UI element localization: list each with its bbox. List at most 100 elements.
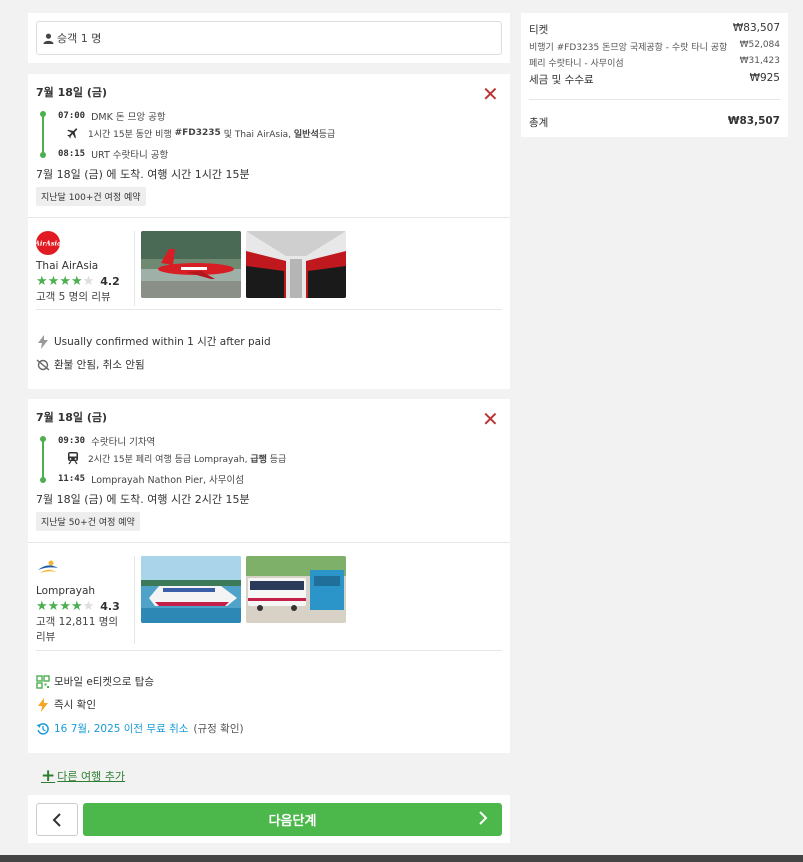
summary-ferry-row: 페리 수랏타니 - 사무이섬 ₩31,423 bbox=[529, 56, 780, 69]
arrival-place: URT 수랏타니 공항 bbox=[91, 150, 169, 161]
add-trip-link[interactable]: + 다른 여행 추가 bbox=[41, 766, 125, 786]
timeline-dot bbox=[40, 152, 46, 158]
star-icon: ★ bbox=[70, 598, 83, 614]
detail-suffix: 등급 bbox=[269, 454, 287, 465]
ferry-line-value: ₩31,423 bbox=[739, 56, 780, 66]
feature-text: 모바일 e티켓으로 탑승 bbox=[54, 676, 155, 688]
booking-badge: 지난달 100+건 여정 예약 bbox=[36, 187, 146, 206]
departure-row: 09:30 수랏타니 기차역 bbox=[58, 434, 155, 448]
rating-stars: ★ ★ ★ ★ ★ 4.3 bbox=[36, 598, 120, 614]
policy-link[interactable]: (규정 확인) bbox=[193, 721, 243, 736]
arrival-place: Lomprayah Nathon Pier, 사무이섬 bbox=[91, 475, 244, 486]
back-button[interactable] bbox=[36, 803, 78, 836]
segment-date: 7월 18일 (금) bbox=[36, 86, 108, 99]
carrier-photo-cabin[interactable] bbox=[246, 231, 346, 298]
feature-text: 즉시 확인 bbox=[54, 699, 96, 711]
close-icon[interactable]: ✕ bbox=[482, 409, 499, 429]
passenger-card: 승객 1 명 bbox=[28, 13, 510, 63]
timeline-line bbox=[42, 439, 44, 481]
divider bbox=[36, 309, 502, 310]
seat-class: 일반석 bbox=[293, 129, 319, 140]
divider-vertical bbox=[134, 556, 135, 644]
carrier-name: Lomprayah bbox=[36, 585, 96, 597]
segment-card-flight: 7월 18일 (금) ✕ 07:00 DMK 돈 므앙 공항 1시간 15분 동… bbox=[28, 74, 510, 389]
carrier-photo-ferry[interactable] bbox=[141, 556, 241, 623]
total-label: 총계 bbox=[529, 117, 549, 129]
detail-suffix: 등급 bbox=[318, 129, 336, 140]
arrival-time: 08:15 bbox=[58, 149, 86, 159]
airasia-logo: AirAsia bbox=[34, 231, 61, 255]
price-summary: 티켓 ₩83,507 비행기 #FD3235 돈므앙 국제공항 - 수랏 타니 … bbox=[521, 13, 788, 137]
trip-detail-row: 1시간 15분 동안 비행 #FD3235 및 Thai AirAsia, 일반… bbox=[66, 126, 335, 140]
free-cancel-text: 16 7월, 2025 이전 무료 취소 bbox=[54, 723, 189, 735]
footer-bar bbox=[0, 855, 803, 862]
carrier-photo-plane[interactable] bbox=[141, 231, 241, 298]
star-icon: ★ bbox=[70, 273, 83, 289]
divider bbox=[28, 542, 510, 543]
plus-icon: + bbox=[41, 766, 56, 786]
segment-date: 7월 18일 (금) bbox=[36, 411, 108, 424]
arrival-row: 08:15 URT 수랏타니 공항 bbox=[58, 147, 168, 161]
total-value: ₩83,507 bbox=[727, 115, 780, 127]
person-icon bbox=[43, 33, 54, 44]
carrier-name: Thai AirAsia bbox=[36, 260, 99, 272]
ticket-label: 티켓 bbox=[529, 24, 549, 36]
arrival-time: 11:45 bbox=[58, 474, 86, 484]
carrier-photo-bus[interactable] bbox=[246, 556, 346, 623]
booking-badge: 지난달 50+건 여정 예약 bbox=[36, 512, 140, 531]
passenger-label: 승객 1 명 bbox=[57, 32, 102, 45]
star-icon: ★ bbox=[36, 598, 48, 614]
ferry-line-label: 페리 수랏타니 - 사무이섬 bbox=[529, 59, 624, 69]
flight-code: #FD3235 bbox=[174, 128, 221, 138]
summary-ticket-row: 티켓 ₩83,507 bbox=[529, 22, 780, 37]
arrival-summary: 7월 18일 (금) 에 도착. 여행 시간 1시간 15분 bbox=[36, 168, 250, 181]
tax-label: 세금 및 수수료 bbox=[529, 74, 594, 86]
summary-tax-row: 세금 및 수수료 ₩925 bbox=[529, 72, 780, 87]
next-step-button[interactable]: 다음단계 bbox=[83, 803, 502, 836]
qr-code-icon bbox=[36, 674, 50, 689]
lomprayah-logo bbox=[36, 556, 60, 580]
feature-refund: 환불 안됨, 취소 안됨 bbox=[36, 357, 145, 372]
no-refund-icon bbox=[36, 358, 50, 372]
review-count[interactable]: 고객 12,811 명의 리뷰 bbox=[36, 615, 128, 645]
feature-confirmation: 즉시 확인 bbox=[36, 697, 96, 712]
trip-detail-row: 2시간 15분 페리 여행 등급 Lomprayah, 급행 등급 bbox=[66, 451, 286, 465]
chevron-right-icon bbox=[478, 810, 488, 829]
ticket-value: ₩83,507 bbox=[732, 22, 780, 34]
star-icon: ★ bbox=[59, 598, 71, 614]
close-icon[interactable]: ✕ bbox=[482, 84, 499, 104]
flight-line-label: 비행기 #FD3235 돈므앙 국제공항 - 수랏 타니 공항 bbox=[529, 43, 728, 53]
chevron-left-icon bbox=[52, 812, 61, 827]
star-icon: ★ bbox=[47, 273, 60, 289]
summary-total-row: 총계 ₩83,507 bbox=[529, 115, 780, 130]
detail-prefix: 1시간 15분 동안 비행 bbox=[88, 129, 172, 140]
review-count[interactable]: 고객 5 명의 리뷰 bbox=[36, 290, 128, 305]
departure-place: DMK 돈 므앙 공항 bbox=[91, 112, 166, 123]
departure-time: 09:30 bbox=[58, 436, 86, 446]
lightning-icon bbox=[36, 697, 50, 712]
timeline-line bbox=[42, 114, 44, 156]
star-icon: ★ bbox=[82, 598, 95, 614]
airplane-icon bbox=[67, 128, 78, 139]
bottom-navigation: 다음단계 bbox=[28, 795, 510, 843]
star-icon: ★ bbox=[36, 273, 48, 289]
tax-value: ₩925 bbox=[749, 72, 780, 84]
ticket-class: 급행 bbox=[250, 454, 267, 465]
rating-value: 4.2 bbox=[100, 275, 120, 288]
arrival-row: 11:45 Lomprayah Nathon Pier, 사무이섬 bbox=[58, 472, 244, 486]
rating-stars: ★ ★ ★ ★ ★ 4.2 bbox=[36, 273, 120, 289]
arrival-summary: 7월 18일 (금) 에 도착. 여행 시간 2시간 15분 bbox=[36, 493, 250, 506]
lightning-icon bbox=[36, 334, 50, 349]
timeline-dot bbox=[40, 111, 46, 117]
add-trip-label: 다른 여행 추가 bbox=[57, 770, 125, 783]
detail-prefix: 2시간 15분 페리 여행 등급 Lomprayah, bbox=[88, 454, 248, 465]
departure-row: 07:00 DMK 돈 므앙 공항 bbox=[58, 109, 166, 123]
departure-place: 수랏타니 기차역 bbox=[91, 437, 156, 448]
feature-eticket: 모바일 e티켓으로 탑승 bbox=[36, 674, 154, 689]
feature-free-cancel: 16 7월, 2025 이전 무료 취소 (규정 확인) bbox=[36, 721, 244, 736]
timeline-dot bbox=[40, 477, 46, 483]
summary-flight-row: 비행기 #FD3235 돈므앙 국제공항 - 수랏 타니 공항 ₩52,084 bbox=[529, 40, 780, 53]
star-icon: ★ bbox=[82, 273, 95, 289]
passenger-selector[interactable]: 승객 1 명 bbox=[36, 21, 502, 55]
detail-mid: 및 Thai AirAsia, bbox=[223, 129, 292, 140]
